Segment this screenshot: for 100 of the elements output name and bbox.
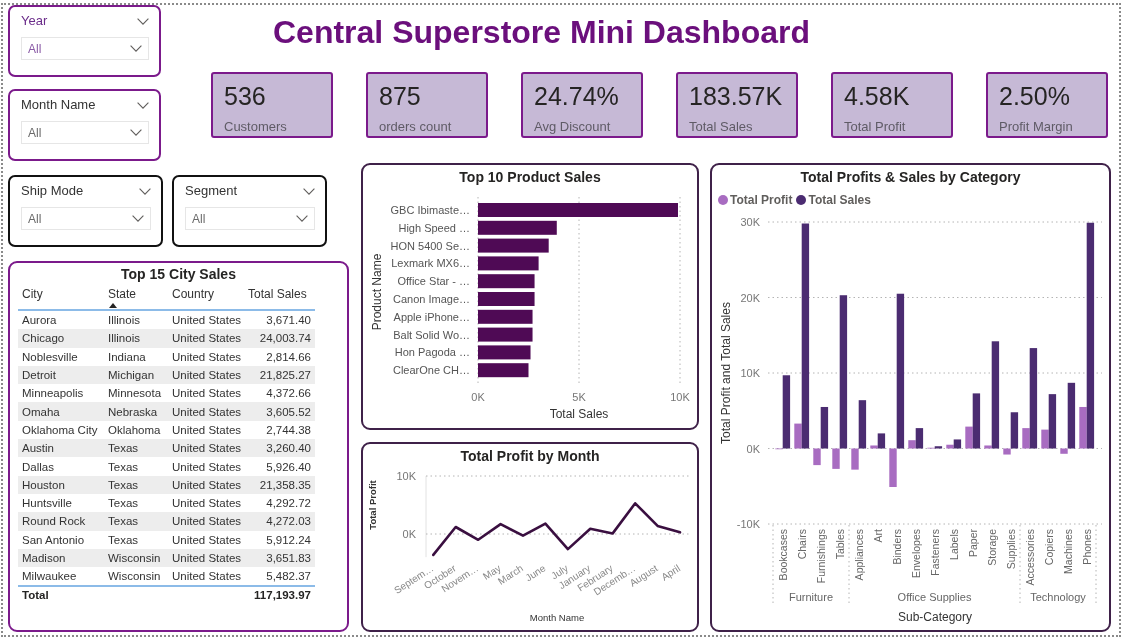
kpi-value: 536 — [224, 82, 266, 110]
table-cell-text: Illinois — [107, 331, 141, 346]
dropdown-field[interactable]: All — [185, 207, 315, 230]
table-cell-text: United States — [171, 441, 243, 456]
column-header[interactable]: Total Sales — [244, 283, 315, 309]
axis-title: Sub-Category — [898, 610, 972, 624]
table-cell-text: Round Rock — [21, 514, 87, 529]
dropdown-field[interactable]: All — [21, 121, 149, 144]
bar — [478, 238, 549, 253]
category-label: Apple iPhone… — [393, 310, 470, 323]
table-cell-text: Madison — [21, 551, 67, 565]
table-cell-text: 3,651.83 — [265, 551, 312, 565]
kpi-label: Profit Margin — [999, 119, 1073, 135]
category-label: Storage — [985, 529, 998, 566]
chevron-down-icon[interactable] — [139, 187, 151, 195]
table-cell-text: United States — [171, 569, 243, 584]
table-cell-text: United States — [171, 514, 243, 529]
chevron-down-icon — [296, 215, 308, 222]
category-label: Supplies — [1004, 529, 1017, 570]
table-cell-text: Texas — [107, 514, 140, 529]
table-cell-text: 4,292.72 — [265, 496, 312, 511]
table-cell-text: United States — [171, 422, 243, 437]
table-cell-text: Dallas — [21, 459, 55, 474]
category-label: Appliances — [852, 529, 865, 581]
table-cell-text: United States — [171, 551, 243, 565]
chart-title: Total Profit by Month — [459, 447, 601, 466]
chevron-down-icon — [130, 45, 142, 52]
category-label: Phones — [1080, 529, 1093, 565]
tick-label: 5K — [572, 391, 586, 403]
table-cell-text: United States — [171, 331, 243, 346]
bar — [478, 292, 535, 306]
category-label: Paper — [966, 529, 979, 558]
table-cell-text: Houston — [21, 477, 66, 492]
dropdown-field[interactable]: All — [21, 207, 151, 230]
table-cell-text: 3,605.52 — [265, 404, 312, 419]
tick-label: 0K — [746, 442, 760, 455]
tick-label: 10K — [396, 470, 416, 482]
table-cell-text: San Antonio — [21, 532, 86, 547]
axis-title: Product Name — [370, 253, 384, 331]
tick-label: 20K — [740, 291, 760, 304]
table-cell-text: 21,825.27 — [258, 368, 312, 383]
kpi-label: orders count — [379, 119, 452, 135]
table-cell-text: Milwaukee — [21, 569, 78, 584]
table-cell-text: 3,671.40 — [265, 313, 312, 328]
bar — [478, 327, 533, 342]
table-cell-text: Oklahoma — [107, 422, 162, 437]
slicer-title: Year — [21, 13, 48, 29]
group-label: Furniture — [789, 591, 833, 603]
table-cell-text: Oklahoma City — [21, 422, 99, 437]
category-label: Art — [871, 529, 884, 543]
category-label: High Speed … — [398, 221, 470, 234]
category-label: Binders — [890, 529, 903, 565]
dropdown-field[interactable]: All — [21, 37, 149, 60]
table-cell-text: Indiana — [107, 349, 147, 364]
table-cell-text: Texas — [107, 441, 140, 456]
tick-label: 0K — [471, 391, 485, 403]
table-cell-text: Michigan — [107, 368, 156, 383]
kpi-value: 4.58K — [844, 82, 910, 110]
table-cell-text: 24,003.74 — [258, 331, 312, 346]
table-cell-text: 4,272.03 — [265, 514, 312, 529]
table-cell-text: Texas — [107, 459, 140, 474]
table-cell-text: 3,260.40 — [265, 441, 312, 456]
column-header[interactable]: State — [104, 283, 168, 309]
kpi-label: Total Sales — [689, 119, 753, 135]
category-label: Accessories — [1023, 529, 1036, 586]
dashboard-title: Central Superstore Mini Dashboard — [273, 13, 810, 52]
table-cell-text: 5,926.40 — [265, 459, 312, 474]
category-label: Labels — [947, 529, 960, 560]
axis-title: Total Sales — [549, 407, 609, 421]
tick-label: 30K — [740, 216, 760, 228]
category-label: ClearOne CH… — [392, 364, 470, 377]
bar — [478, 274, 535, 289]
bar — [478, 256, 539, 271]
kpi-label: Total Profit — [844, 119, 906, 135]
chevron-down-icon[interactable] — [303, 187, 315, 195]
column-header[interactable]: City — [18, 283, 104, 309]
table-cell-text: Texas — [107, 532, 140, 547]
table-cell-text: Omaha — [21, 404, 61, 419]
tick-label: 10K — [670, 391, 690, 403]
axis-title: Month Name — [529, 612, 585, 623]
category-label: June — [523, 562, 548, 584]
table-cell-text: Minneapolis — [21, 386, 85, 401]
category-label: Copiers — [1042, 529, 1055, 566]
bar — [478, 309, 533, 324]
column-header[interactable]: Country — [168, 283, 244, 309]
table-cell-text: United States — [171, 313, 243, 328]
chevron-down-icon[interactable] — [137, 17, 149, 25]
table-cell-text: Austin — [21, 441, 55, 456]
table-cell-text: United States — [171, 386, 243, 401]
slicer-title: Month Name — [21, 97, 96, 113]
group-label: Office Supplies — [897, 591, 972, 603]
chart-title: Top 10 Product Sales — [458, 168, 602, 187]
category-label: Balt Solid Wo… — [393, 328, 470, 341]
axis-title: Total Profit — [367, 480, 378, 530]
category-label: Canon Image… — [392, 293, 470, 305]
legend-label: Total Sales — [808, 193, 871, 207]
kpi-label: Customers — [224, 119, 287, 135]
bar — [478, 345, 531, 360]
category-label: Chairs — [795, 529, 808, 560]
chevron-down-icon[interactable] — [137, 101, 149, 109]
